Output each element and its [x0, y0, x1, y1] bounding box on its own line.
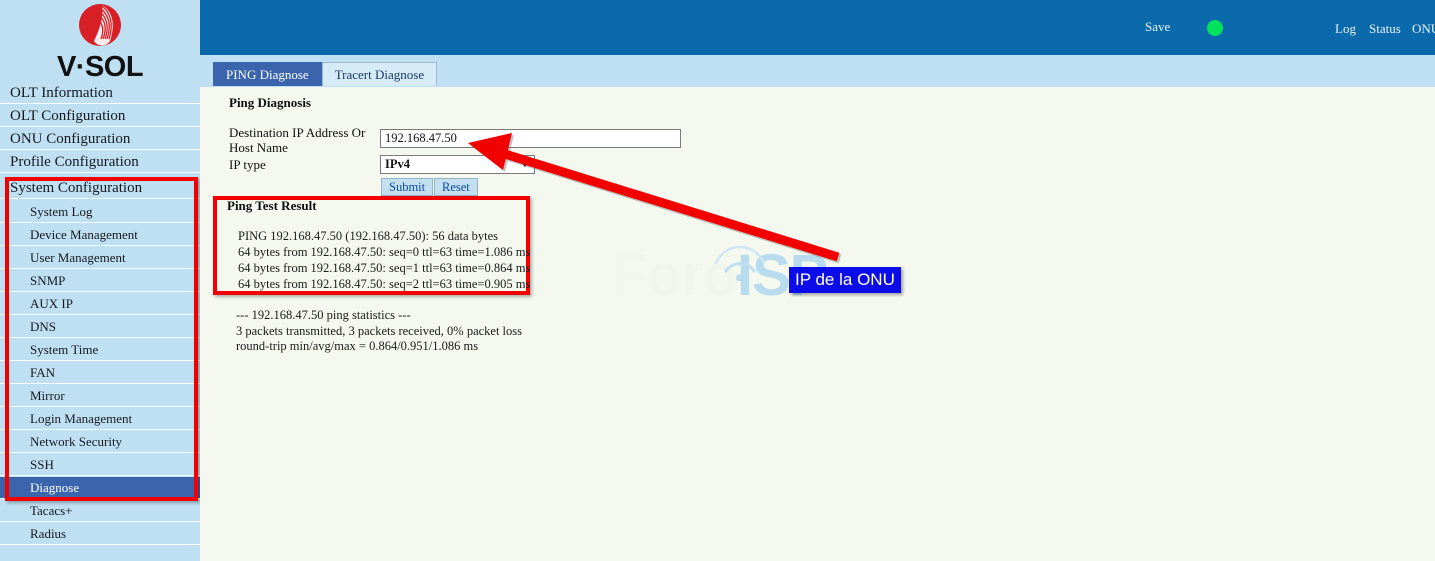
sidebar-item-tacacs[interactable]: Tacacs+ [0, 500, 200, 522]
ping-result-title: Ping Test Result [227, 198, 317, 213]
reset-button[interactable]: Reset [434, 178, 478, 196]
sidebar-item-aux-ip[interactable]: AUX IP [0, 293, 200, 315]
sidebar-item-snmp[interactable]: SNMP [0, 270, 200, 292]
sidebar-item-dns[interactable]: DNS [0, 316, 200, 338]
sidebar-item-label: SNMP [30, 273, 66, 288]
sidebar-item-label: System Log [30, 204, 93, 219]
header-link-status[interactable]: Status [1369, 21, 1401, 37]
destination-ip-input[interactable] [380, 129, 681, 148]
sidebar-item-label: System Time [30, 342, 99, 357]
sidebar-item-label: Radius [30, 526, 67, 541]
ip-type-select[interactable]: IPv4 [380, 155, 535, 174]
sidebar-item-onu-configuration[interactable]: ONU Configuration [0, 128, 200, 150]
sidebar-item-label: Login Management [30, 411, 133, 426]
sidebar-item-fan[interactable]: FAN [0, 362, 200, 384]
sidebar-item-mirror[interactable]: Mirror [0, 385, 200, 407]
submit-button[interactable]: Submit [381, 178, 434, 196]
sidebar-item-label: OLT Information [10, 85, 113, 101]
sidebar-item-system-configuration[interactable]: System Configuration [0, 177, 200, 199]
save-button[interactable]: Save [1145, 19, 1170, 35]
vsol-swirl-logo-icon [72, 3, 128, 54]
sidebar-item-label: Device Management [30, 227, 138, 242]
sidebar: V·SOL OLT Information OLT Configuration … [0, 0, 200, 561]
tab-bar: PING Diagnose Tracert Diagnose [213, 62, 438, 86]
main-content: Ping Diagnosis Destination IP Address Or… [200, 87, 1435, 561]
sidebar-item-system-time[interactable]: System Time [0, 339, 200, 361]
panel-title: Ping Diagnosis [229, 95, 311, 110]
sidebar-item-user-management[interactable]: User Management [0, 247, 200, 269]
sidebar-item-olt-information[interactable]: OLT Information [0, 82, 200, 104]
sidebar-item-login-management[interactable]: Login Management [0, 408, 200, 430]
ping-result-output: PING 192.168.47.50 (192.168.47.50): 56 d… [238, 229, 531, 291]
page-root: V·SOL OLT Information OLT Configuration … [0, 0, 1435, 561]
sidebar-item-profile-configuration[interactable]: Profile Configuration [0, 151, 200, 173]
sidebar-item-network-security[interactable]: Network Security [0, 431, 200, 453]
sidebar-item-radius[interactable]: Radius [0, 523, 200, 545]
brand-name: V·SOL [56, 51, 144, 83]
sidebar-item-diagnose[interactable]: Diagnose [0, 477, 200, 499]
tab-ping-diagnose[interactable]: PING Diagnose [213, 62, 322, 86]
ip-type-value: IPv4 [385, 157, 410, 171]
sidebar-item-label: Network Security [30, 434, 123, 449]
sidebar-item-device-management[interactable]: Device Management [0, 224, 200, 246]
annotation-label: IP de la ONU [789, 267, 901, 293]
status-dot-icon [1207, 20, 1223, 36]
sidebar-item-label: SSH [30, 457, 54, 472]
tab-tracert-diagnose[interactable]: Tracert Diagnose [321, 62, 438, 86]
top-header-bar: Save Log Status ONU [200, 0, 1435, 55]
sidebar-item-label: Diagnose [30, 480, 80, 495]
destination-label: Destination IP Address Or Host Name [229, 125, 366, 155]
sidebar-item-label: ONU Configuration [10, 131, 131, 147]
sidebar-item-ssh[interactable]: SSH [0, 454, 200, 476]
sidebar-item-label: User Management [30, 250, 126, 265]
sidebar-item-system-log[interactable]: System Log [0, 201, 200, 223]
sidebar-item-label: Mirror [30, 388, 65, 403]
sidebar-item-label: OLT Configuration [10, 108, 126, 124]
brand-logo: V·SOL [0, 0, 200, 82]
header-link-log[interactable]: Log [1335, 21, 1356, 37]
sidebar-item-label: DNS [30, 319, 57, 334]
sidebar-item-label: Profile Configuration [10, 154, 139, 170]
sidebar-item-label: Tacacs+ [30, 503, 73, 518]
sidebar-item-olt-configuration[interactable]: OLT Configuration [0, 105, 200, 127]
ping-statistics-output: --- 192.168.47.50 ping statistics --- 3 … [236, 308, 523, 353]
sidebar-item-label: FAN [30, 365, 56, 380]
sidebar-item-label: System Configuration [10, 180, 143, 196]
sidebar-item-label: AUX IP [30, 296, 73, 311]
header-link-onu[interactable]: ONU [1412, 21, 1435, 37]
chevron-down-icon [520, 161, 530, 167]
ip-type-label: IP type [229, 157, 266, 172]
